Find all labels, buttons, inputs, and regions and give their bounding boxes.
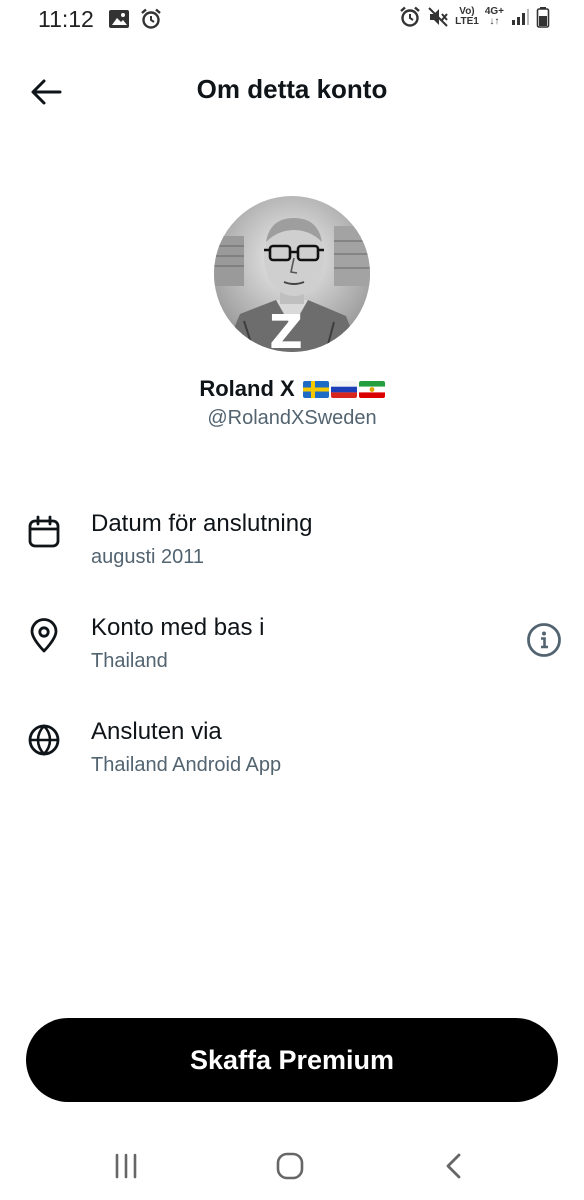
display-name: Roland X: [199, 376, 295, 401]
connected-via-value: Thailand Android App: [91, 754, 282, 776]
info-row-join-date: Datum för anslutning augusti 2011: [0, 510, 584, 590]
avatar-letter: Z: [269, 305, 302, 352]
recents-icon: [115, 1153, 137, 1179]
get-premium-button[interactable]: Skaffa Premium: [26, 1018, 558, 1102]
network-arrows: ↓↑: [489, 16, 500, 27]
status-time: 11:12: [38, 6, 94, 32]
connected-via-title: Ansluten via: [91, 718, 222, 745]
gallery-notification-icon: [109, 10, 129, 28]
avatar[interactable]: Z: [214, 196, 370, 352]
page-title: Om detta konto: [196, 74, 388, 104]
calendar-icon: [28, 515, 60, 548]
name-row: Roland X: [0, 376, 584, 402]
signal-icon: [512, 9, 529, 25]
join-date-value: augusti 2011: [91, 546, 205, 568]
iran-lion-sun-flag-icon: [358, 380, 385, 398]
mute-icon: [428, 7, 448, 27]
alarm-notification-icon: [141, 8, 161, 29]
globe-icon: [28, 724, 60, 756]
location-value: Thailand: [91, 650, 168, 672]
alarm-status-icon: [400, 6, 420, 27]
network-lte-label: LTE1: [455, 16, 479, 27]
info-row-location: Konto med bas i Thailand: [0, 614, 584, 694]
battery-icon: [536, 7, 550, 28]
avatar-image: Z: [214, 196, 370, 352]
home-button[interactable]: [262, 1146, 318, 1186]
info-row-connected-via: Ansluten via Thailand Android App: [0, 718, 584, 798]
location-pin-icon: [30, 618, 58, 653]
russia-flag-icon: [330, 380, 357, 398]
handle: @RolandXSweden: [207, 407, 377, 429]
status-bar: 11:12 Vo) LTE1 4G+ ↓↑: [0, 0, 584, 40]
sweden-flag-icon: [302, 380, 329, 398]
join-date-title: Datum för anslutning: [91, 510, 313, 537]
header: Om detta konto: [0, 60, 584, 122]
system-back-button[interactable]: [426, 1146, 482, 1186]
location-title: Konto med bas i: [91, 614, 265, 641]
home-icon: [276, 1152, 304, 1180]
back-icon: [446, 1153, 461, 1179]
info-icon[interactable]: [524, 620, 564, 660]
system-nav-bar: [0, 1140, 584, 1188]
recents-button[interactable]: [98, 1146, 154, 1186]
